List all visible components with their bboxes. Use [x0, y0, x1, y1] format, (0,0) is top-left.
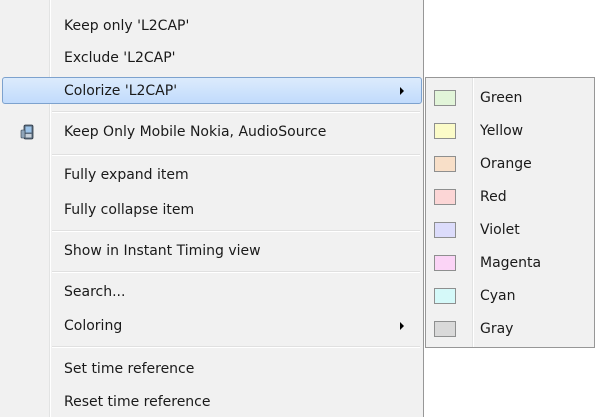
color-swatch-icon	[434, 222, 456, 238]
color-swatch-icon	[434, 288, 456, 304]
menu-separator	[52, 154, 420, 156]
color-option-label: Violet	[480, 221, 520, 238]
submenu-arrow-icon	[400, 321, 404, 330]
menu-item-coloring[interactable]: Coloring	[2, 312, 422, 339]
menu-item-instant-timing[interactable]: Show in Instant Timing view	[2, 237, 422, 264]
menu-item-reset-time-reference[interactable]: Reset time reference	[2, 388, 422, 415]
color-swatch-icon	[434, 90, 456, 106]
color-option-cyan[interactable]: Cyan	[428, 279, 592, 312]
menu-item-label: Keep Only Mobile Nokia, AudioSource	[64, 123, 327, 140]
menu-item-label: Search...	[64, 283, 126, 300]
menu-item-keep-only[interactable]: Keep only 'L2CAP'	[2, 12, 422, 39]
menu-item-colorize[interactable]: Colorize 'L2CAP'	[2, 77, 422, 104]
menu-item-label: Fully collapse item	[64, 201, 195, 218]
color-option-yellow[interactable]: Yellow	[428, 114, 592, 147]
color-option-label: Red	[480, 188, 507, 205]
color-option-red[interactable]: Red	[428, 180, 592, 213]
menu-item-label: Coloring	[64, 317, 123, 334]
colorize-submenu: Green Yellow Orange Red Violet Magenta C…	[425, 77, 595, 348]
menu-item-label: Fully expand item	[64, 166, 189, 183]
color-option-label: Gray	[480, 320, 514, 337]
menu-item-label: Exclude 'L2CAP'	[64, 49, 176, 66]
color-swatch-icon	[434, 123, 456, 139]
color-swatch-icon	[434, 189, 456, 205]
color-swatch-icon	[434, 156, 456, 172]
menu-item-label: Colorize 'L2CAP'	[64, 82, 178, 99]
color-option-label: Yellow	[480, 122, 524, 139]
color-option-orange[interactable]: Orange	[428, 147, 592, 180]
menu-separator	[52, 346, 420, 348]
menu-item-fully-expand[interactable]: Fully expand item	[2, 161, 422, 188]
color-swatch-icon	[434, 321, 456, 337]
menu-separator	[52, 271, 420, 273]
color-option-magenta[interactable]: Magenta	[428, 246, 592, 279]
menu-item-exclude[interactable]: Exclude 'L2CAP'	[2, 44, 422, 71]
menu-item-label: Set time reference	[64, 360, 195, 377]
context-menu: Keep only 'L2CAP' Exclude 'L2CAP' Colori…	[0, 0, 424, 417]
menu-item-fully-collapse[interactable]: Fully collapse item	[2, 196, 422, 223]
menu-item-label: Show in Instant Timing view	[64, 242, 261, 259]
color-option-label: Magenta	[480, 254, 542, 271]
color-option-label: Green	[480, 89, 523, 106]
color-swatch-icon	[434, 255, 456, 271]
menu-separator	[52, 230, 420, 232]
color-option-violet[interactable]: Violet	[428, 213, 592, 246]
submenu-arrow-icon	[400, 86, 404, 95]
color-option-green[interactable]: Green	[428, 81, 592, 114]
menu-item-keep-only-device[interactable]: Keep Only Mobile Nokia, AudioSource	[2, 118, 422, 145]
menu-separator	[52, 111, 420, 113]
color-option-gray[interactable]: Gray	[428, 312, 592, 345]
menu-item-label: Keep only 'L2CAP'	[64, 17, 190, 34]
color-option-label: Orange	[480, 155, 532, 172]
menu-item-label: Reset time reference	[64, 393, 211, 410]
menu-item-search[interactable]: Search...	[2, 278, 422, 305]
mobile-device-icon	[20, 124, 36, 140]
menu-item-set-time-reference[interactable]: Set time reference	[2, 355, 422, 382]
color-option-label: Cyan	[480, 287, 516, 304]
